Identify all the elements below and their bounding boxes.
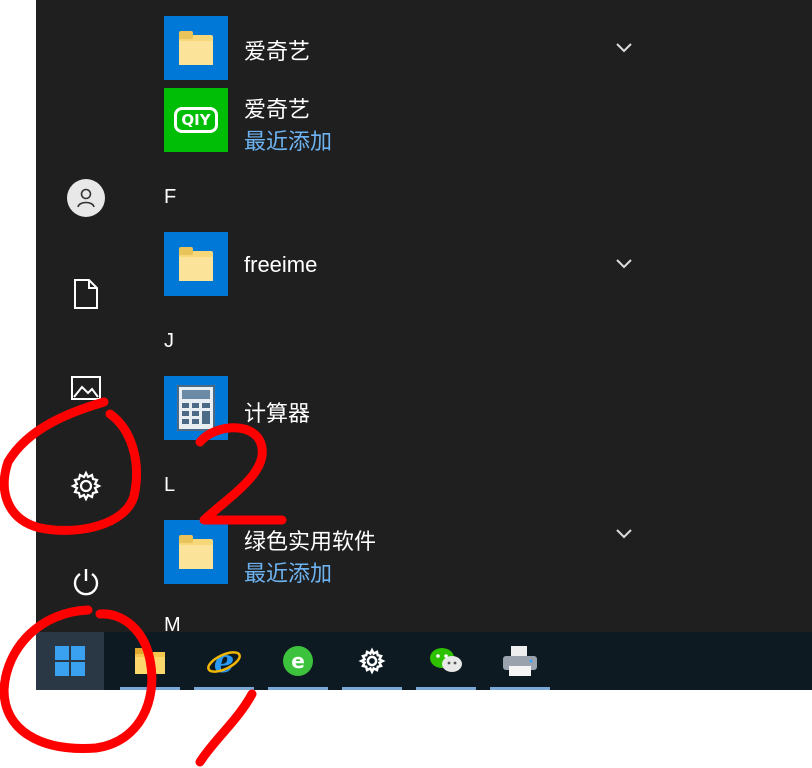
annotation-number-2: 2 bbox=[196, 410, 286, 540]
annotation-circle-start bbox=[0, 605, 157, 753]
red-annotation-overlay bbox=[0, 397, 287, 767]
annotation-circle-settings bbox=[0, 397, 141, 535]
annotation-tail bbox=[195, 689, 257, 767]
